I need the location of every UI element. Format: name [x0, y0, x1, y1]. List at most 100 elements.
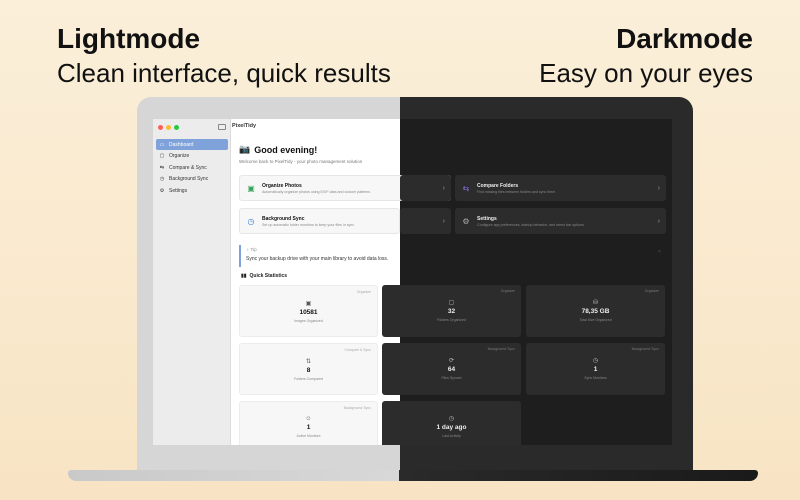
- sidebar-item-label: Organize: [169, 153, 190, 159]
- stat-label: Total Size Organized: [579, 318, 612, 322]
- stat-images-organized: Organize ▣ 10581 Images Organized: [239, 285, 378, 337]
- stat-last-activity: ◷ 1 day ago Last Activity: [382, 401, 521, 445]
- stat-category: Background Sync: [343, 406, 371, 410]
- stat-value: 78,35 GB: [581, 308, 610, 315]
- clock-icon: ◷: [592, 358, 599, 364]
- headline-darkmode-title: Darkmode: [616, 23, 753, 54]
- gear-icon: ⚙: [462, 216, 470, 226]
- photo-icon: ▣: [305, 301, 312, 307]
- chevron-right-icon: ›: [657, 184, 660, 192]
- lightbulb-icon: ♀: [246, 247, 250, 252]
- dashboard-icon: ▭: [159, 141, 165, 148]
- stat-label: Folders Organized: [437, 318, 466, 322]
- headline-lightmode-title: Lightmode: [57, 23, 201, 54]
- stat-active-monitors: Background Sync ☺ 1 Active Monitors: [239, 401, 378, 445]
- stat-sync-monitors: Background Sync ◷ 1 Sync Monitors: [526, 343, 665, 395]
- greeting-text: Good evening!: [254, 144, 318, 155]
- chevron-right-icon: ›: [657, 217, 660, 225]
- tip-text: Sync your backup drive with your main li…: [246, 256, 389, 262]
- clock-arrow-icon: ◷: [247, 216, 255, 226]
- stat-value: 1: [593, 366, 598, 373]
- chevron-right-icon: ›: [442, 217, 445, 225]
- stat-folders-compared: Compare & Sync ⇅ 8 Folders Compared: [239, 343, 378, 395]
- stat-value: 1: [306, 424, 311, 431]
- sidebar-toggle-icon[interactable]: [218, 124, 226, 130]
- card-title: Compare Folders: [477, 182, 519, 189]
- stat-label: Last Activity: [442, 434, 461, 438]
- stat-label: Active Monitors: [296, 434, 321, 438]
- window-title: PixelTidy: [232, 123, 257, 129]
- stat-value: 8: [306, 367, 311, 374]
- card-compare-folders[interactable]: ⇆ Compare Folders Find missing files bet…: [455, 175, 666, 201]
- chevron-right-icon: ›: [442, 184, 445, 192]
- stat-folders-organized: Organize ▢ 32 Folders Organized: [382, 285, 521, 337]
- welcome-text: Welcome back to PixelTidy - your photo m…: [239, 159, 363, 164]
- card-background-sync-dark[interactable]: ›: [400, 208, 451, 234]
- close-window-button[interactable]: [158, 125, 163, 130]
- gear-icon: ⚙: [159, 187, 165, 194]
- sidebar-item-label: Settings: [169, 187, 188, 194]
- stat-total-size: Organize ⛁ 78,35 GB Total Size Organized: [526, 285, 665, 337]
- app-window: ▭ Dashboard ▢ Organize ⇆ Compare & Sync …: [153, 119, 672, 445]
- close-tip-icon[interactable]: ×: [658, 249, 661, 255]
- sidebar-item-label: Dashboard: [169, 141, 194, 148]
- tip-label: ♀ Tip: [246, 247, 257, 252]
- sidebar: ▭ Dashboard ▢ Organize ⇆ Compare & Sync …: [153, 119, 231, 445]
- stat-category: Compare & Sync: [344, 348, 371, 352]
- stat-label: Images Organized: [294, 319, 323, 323]
- stat-label: Files Synced: [441, 376, 462, 380]
- compare-icon: ⇆: [159, 164, 165, 171]
- clock-icon: ◷: [448, 416, 455, 422]
- sidebar-item-dashboard[interactable]: ▭ Dashboard: [156, 139, 228, 150]
- sidebar-item-organize[interactable]: ▢ Organize: [156, 151, 228, 162]
- stat-label: Folders Compared: [294, 377, 323, 381]
- sidebar-item-compare-sync[interactable]: ⇆ Compare & Sync: [156, 162, 228, 173]
- quick-stats-title: ▮▮ Quick Statistics: [241, 273, 288, 279]
- compare-arrows-icon: ⇆: [462, 183, 470, 193]
- card-description: Configure app preferences, startup behav…: [477, 222, 584, 227]
- stat-category: Background Sync: [631, 347, 659, 351]
- laptop-base: [68, 470, 758, 481]
- stat-category: Background Sync: [487, 347, 515, 351]
- chart-icon: ▮▮: [241, 273, 247, 279]
- page-title: 📷 Good evening!: [239, 144, 317, 155]
- stat-value: 32: [447, 308, 456, 315]
- sidebar-item-background-sync[interactable]: ◷ Background Sync: [156, 174, 228, 185]
- sidebar-item-settings[interactable]: ⚙ Settings: [156, 185, 228, 196]
- stat-value: 10581: [299, 309, 318, 316]
- compare-arrows-icon: ⇅: [305, 359, 312, 365]
- stat-label: Sync Monitors: [584, 376, 607, 380]
- tip-box: ♀ Tip Sync your backup drive with your m…: [239, 245, 399, 267]
- folder-icon: ▢: [448, 300, 455, 306]
- darkmode-half: [400, 119, 672, 445]
- stat-category: Organize: [500, 289, 515, 293]
- card-title: Background Sync: [262, 215, 305, 222]
- clock-icon: ◷: [159, 176, 165, 182]
- sync-icon: ⟳: [448, 358, 455, 364]
- drive-icon: ⛁: [592, 300, 599, 306]
- sidebar-nav: ▭ Dashboard ▢ Organize ⇆ Compare & Sync …: [156, 139, 228, 197]
- card-description: Automatically organize photos using EXIF…: [262, 189, 371, 194]
- sidebar-item-label: Background Sync: [169, 176, 209, 182]
- stat-files-synced: Background Sync ⟳ 64 Files Synced: [382, 343, 521, 395]
- stat-category: Organize: [644, 289, 659, 293]
- headline-lightmode: Lightmode Clean interface, quick results: [57, 22, 391, 90]
- card-background-sync[interactable]: ◷ Background Sync Set up automatic folde…: [239, 208, 400, 234]
- card-title: Settings: [477, 215, 497, 222]
- headline-darkmode-subtitle: Easy on your eyes: [539, 58, 753, 88]
- window-controls: [158, 125, 179, 130]
- card-title: Organize Photos: [262, 182, 302, 189]
- card-settings[interactable]: ⚙ Settings Configure app preferences, st…: [455, 208, 666, 234]
- headline-darkmode: Darkmode Easy on your eyes: [539, 22, 753, 90]
- card-description: Set up automatic folder monitors to keep…: [262, 222, 355, 227]
- minimize-window-button[interactable]: [166, 125, 171, 130]
- stat-category: Organize: [356, 290, 371, 294]
- zoom-window-button[interactable]: [174, 125, 179, 130]
- stat-value: 1 day ago: [436, 424, 467, 431]
- sidebar-item-label: Compare & Sync: [169, 164, 207, 171]
- camera-icon: 📷: [239, 144, 251, 154]
- organize-folder-icon: ▣: [247, 183, 255, 193]
- folder-icon: ▢: [159, 153, 165, 159]
- card-organize-photos-dark[interactable]: ›: [400, 175, 451, 201]
- card-description: Find missing files between folders and s…: [477, 189, 556, 194]
